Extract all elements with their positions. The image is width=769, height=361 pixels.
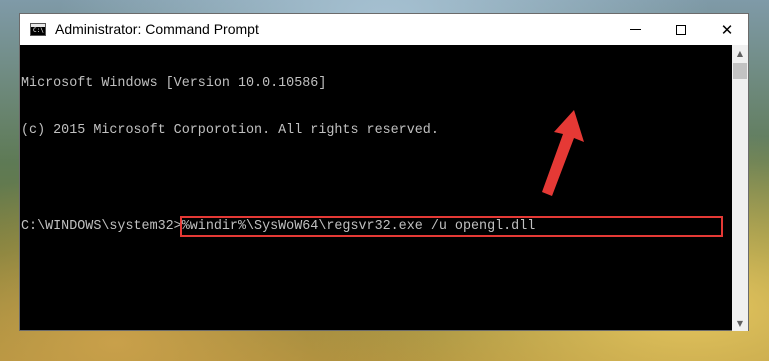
command-prompt-path: C:\WINDOWS\system32> (21, 218, 182, 234)
highlighted-command: %windir%\SysWoW64\regsvr32.exe /u opengl… (179, 215, 724, 237)
close-icon: ✕ (720, 20, 734, 39)
red-arrow-icon (542, 110, 584, 196)
scroll-up-icon[interactable]: ▲ (732, 45, 748, 61)
scroll-down-icon[interactable]: ▼ (732, 315, 748, 331)
console-line-copyright: (c) 2015 Microsoft Corporotion. All righ… (21, 122, 439, 138)
maximize-icon (676, 24, 686, 35)
command-text: %windir%\SysWoW64\regsvr32.exe /u opengl… (181, 218, 536, 234)
command-prompt-window[interactable]: C:\ Administrator: Command Prompt ✕ Micr… (19, 13, 749, 331)
close-button[interactable]: ✕ (704, 14, 750, 45)
minimize-button[interactable] (612, 14, 658, 45)
maximize-button[interactable] (658, 14, 704, 45)
cmd-app-icon[interactable]: C:\ (30, 23, 46, 36)
vertical-scrollbar[interactable]: ▲ ▼ (732, 45, 748, 331)
scrollbar-thumb[interactable] (733, 63, 747, 79)
command-line: C:\WINDOWS\system32>%windir%\SysWoW64\re… (21, 215, 734, 237)
console-line-version: Microsoft Windows [Version 10.0.10586] (21, 76, 327, 91)
window-title: Administrator: Command Prompt (55, 21, 259, 37)
console-output[interactable]: Microsoft Windows [Version 10.0.10586] (… (20, 45, 734, 331)
minimize-icon (629, 29, 641, 30)
title-bar[interactable]: C:\ Administrator: Command Prompt ✕ (20, 14, 748, 45)
